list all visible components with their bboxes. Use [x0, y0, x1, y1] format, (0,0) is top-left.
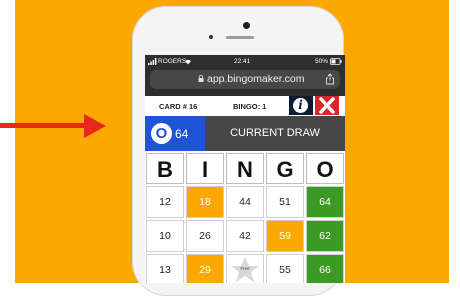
bingo-count-label: BINGO: 1: [233, 102, 267, 111]
info-icon: i: [293, 98, 308, 113]
card-info-bar: CARD # 16 BINGO: 1 i: [145, 96, 345, 116]
column-header-n: N: [226, 153, 264, 184]
card-number-label: CARD # 16: [159, 102, 198, 111]
signal-icon: [148, 58, 157, 65]
card-cell[interactable]: 42: [226, 220, 264, 252]
pointer-arrow-head-icon: [84, 114, 106, 138]
drawn-number: 64: [175, 127, 189, 141]
card-cell[interactable]: 51: [266, 186, 304, 218]
proximity-sensor: [209, 35, 213, 39]
close-icon: [319, 97, 335, 114]
carrier-label: ROGERS: [158, 58, 187, 65]
pointer-arrow-icon: [0, 123, 85, 128]
free-space-label: Free: [240, 266, 250, 271]
card-cell[interactable]: 44: [226, 186, 264, 218]
free-space-cell[interactable]: Free: [226, 254, 264, 283]
column-header-o: O: [306, 153, 344, 184]
current-draw-row: O 64 CURRENT DRAW: [145, 116, 345, 151]
phone-screen: ROGERS 22:41 50% app.bingomaker.com CARD…: [145, 55, 345, 283]
card-cell[interactable]: 26: [186, 220, 224, 252]
share-icon[interactable]: [325, 73, 335, 85]
card-cell[interactable]: 64: [306, 186, 344, 218]
column-header-b: B: [146, 153, 184, 184]
card-cell[interactable]: 59: [266, 220, 304, 252]
card-cell[interactable]: 29: [186, 254, 224, 283]
current-draw-label: CURRENT DRAW: [205, 116, 345, 151]
status-bar: ROGERS 22:41 50%: [145, 55, 345, 68]
drawn-ball-panel: O 64: [145, 116, 205, 151]
battery-icon: [330, 58, 342, 65]
front-camera: [243, 22, 250, 29]
card-cell[interactable]: 18: [186, 186, 224, 218]
clock-label: 22:41: [234, 58, 251, 65]
browser-address-bar: app.bingomaker.com: [145, 68, 345, 96]
drawn-letter-ball: O: [151, 123, 172, 144]
card-cell[interactable]: 66: [306, 254, 344, 283]
lock-icon: [198, 75, 204, 82]
battery-percent: 50%: [315, 58, 329, 65]
card-cell[interactable]: 12: [146, 186, 184, 218]
close-button[interactable]: [315, 96, 339, 115]
url-text: app.bingomaker.com: [207, 73, 305, 85]
url-field[interactable]: app.bingomaker.com: [150, 70, 340, 89]
card-cell[interactable]: 62: [306, 220, 344, 252]
card-cell[interactable]: 13: [146, 254, 184, 283]
earpiece-speaker: [226, 36, 254, 39]
info-button[interactable]: i: [289, 96, 313, 115]
card-cell[interactable]: 55: [266, 254, 304, 283]
column-header-g: G: [266, 153, 304, 184]
card-cell[interactable]: 10: [146, 220, 184, 252]
column-header-i: I: [186, 153, 224, 184]
wifi-icon: [185, 59, 191, 65]
